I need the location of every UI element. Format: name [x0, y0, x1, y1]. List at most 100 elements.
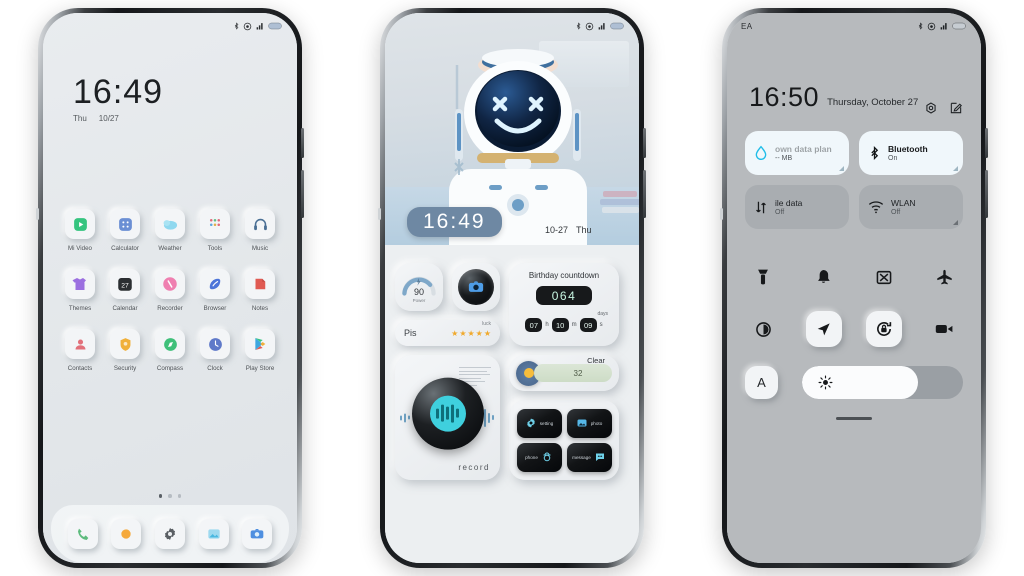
phone-2-left-nub [378, 208, 381, 220]
app-browser[interactable]: Browser [194, 269, 236, 312]
camera-widget[interactable] [452, 263, 500, 311]
phone-1-screen: 16:49 Thu 10/27 Mi Video Calculator Weat… [43, 13, 297, 563]
date-text: 10-27 [545, 225, 569, 235]
app-security[interactable]: Security [104, 329, 146, 372]
battery-icon [610, 22, 624, 30]
tile-expand-corner[interactable] [953, 166, 958, 171]
app-calculator[interactable]: Calculator [104, 209, 146, 252]
star-icon: ★ [475, 328, 483, 338]
tile-expand-corner[interactable] [953, 220, 958, 225]
phone-2-power-button[interactable] [643, 170, 646, 218]
app-tools[interactable]: Tools [194, 209, 236, 252]
flashlight-icon [758, 269, 768, 285]
phone-3-volume-button[interactable] [985, 128, 988, 158]
dock-gear-icon[interactable] [154, 519, 185, 549]
phone-3-screen: EA 16:50 Thursday, October 27 own data p… [727, 13, 981, 563]
app-clock[interactable]: Clock [194, 329, 236, 372]
phone-1-power-button[interactable] [301, 170, 304, 218]
screen-record-toggle[interactable] [927, 311, 963, 347]
birthday-seconds: 09 [579, 318, 597, 332]
dock-phone-icon[interactable] [67, 519, 98, 549]
control-center-header-icons [924, 101, 963, 115]
settings-gear-icon[interactable] [924, 101, 938, 115]
page-dot-1[interactable] [158, 494, 163, 498]
phone-3-left-nub [720, 208, 723, 220]
notification-toggle[interactable] [806, 259, 842, 295]
dock-gallery-icon[interactable] [198, 519, 229, 549]
bluetooth-icon [576, 22, 581, 30]
location-toggle[interactable] [805, 311, 842, 347]
phone-1-dock [51, 505, 289, 563]
cc-time: 16:50 [749, 82, 820, 112]
screenshot-toggle[interactable] [866, 259, 902, 295]
app-label: Mi Video [68, 245, 92, 252]
dock-orange-dot-icon[interactable] [111, 519, 142, 549]
quick-icon-row-1 [745, 259, 963, 295]
page-dot-2[interactable] [168, 494, 172, 498]
phone-1-volume-button[interactable] [301, 128, 304, 158]
app-label: Calculator [111, 245, 139, 252]
airplane-toggle[interactable] [927, 259, 963, 295]
app-label: Calendar [112, 305, 138, 312]
app-play-store[interactable]: Play Store [239, 329, 281, 372]
screen-record-icon [936, 325, 953, 333]
music-icon [245, 209, 275, 239]
edit-icon[interactable] [949, 101, 963, 115]
phone-3-power-button[interactable] [985, 170, 988, 218]
data-plan-tile[interactable]: own data plan -- MB [745, 131, 849, 175]
bluetooth-icon [234, 22, 239, 30]
play-store-icon [245, 329, 275, 359]
weekday-text: Thu [576, 225, 592, 235]
home-indicator[interactable] [836, 417, 872, 420]
tile-text: ile data Off [775, 198, 802, 216]
phone-2-volume-button[interactable] [643, 128, 646, 158]
tile-text: Bluetooth On [888, 144, 928, 162]
record-widget[interactable]: record [395, 355, 500, 480]
shortcut-photo[interactable]: photo [566, 408, 612, 438]
quick-settings-tiles: own data plan -- MB Bluetooth On ile dat… [745, 131, 963, 239]
pis-luck-widget[interactable]: Pis luck ★ ★ ★ ★ ★ [395, 320, 500, 346]
power-widget[interactable]: 90 Power [395, 263, 443, 311]
bluetooth-tile[interactable]: Bluetooth On [859, 131, 963, 175]
shortcut-message[interactable]: message [566, 442, 612, 472]
birthday-countdown-widget[interactable]: Birthday countdown 064 days 07 h 10 m 09… [509, 263, 619, 346]
tile-text: WLAN Off [891, 198, 916, 216]
tile-expand-corner[interactable] [839, 166, 844, 171]
dock-camera-icon[interactable] [242, 519, 273, 549]
brightness-slider[interactable] [802, 366, 963, 399]
rotation-lock-toggle[interactable] [866, 311, 903, 347]
signal-icon [940, 22, 947, 29]
mobile-data-tile[interactable]: ile data Off [745, 185, 849, 229]
flashlight-toggle[interactable] [745, 259, 781, 295]
contacts-icon [65, 329, 95, 359]
app-label: Tools [207, 245, 223, 252]
sun-icon [818, 375, 833, 390]
page-indicator[interactable] [43, 494, 297, 498]
app-compass[interactable]: Compass [149, 329, 191, 372]
record-wave-left [400, 413, 410, 422]
app-recorder[interactable]: Recorder [149, 269, 191, 312]
wlan-tile[interactable]: WLAN Off [859, 185, 963, 229]
auto-brightness-button[interactable]: A [745, 366, 778, 399]
app-music[interactable]: Music [239, 209, 281, 252]
shortcut-setting[interactable]: setting [516, 408, 562, 438]
shortcut-label: phone [525, 454, 538, 460]
phone-1-clock-widget[interactable]: 16:49 Thu 10/27 [73, 75, 163, 123]
phone-icon [543, 452, 551, 462]
app-notes[interactable]: Notes [239, 269, 281, 312]
tile-title: own data plan [775, 144, 832, 154]
shortcut-phone[interactable]: phone [516, 442, 562, 472]
app-mi-video[interactable]: Mi Video [59, 209, 101, 252]
app-calendar[interactable]: 27 Calendar [104, 269, 146, 312]
dark-mode-toggle[interactable] [745, 311, 781, 347]
birthday-title: Birthday countdown [528, 271, 600, 280]
tile-subtitle: On [888, 155, 898, 162]
app-weather[interactable]: Weather [149, 209, 191, 252]
page-dot-3[interactable] [177, 494, 182, 498]
app-themes[interactable]: Themes [59, 269, 101, 312]
battery-icon [952, 22, 966, 30]
mobile-data-icon [756, 201, 766, 213]
weather-widget[interactable]: 32 Clear [509, 355, 619, 391]
phone-2-clock-widget[interactable]: 16:49 [407, 207, 502, 237]
app-contacts[interactable]: Contacts [59, 329, 101, 372]
